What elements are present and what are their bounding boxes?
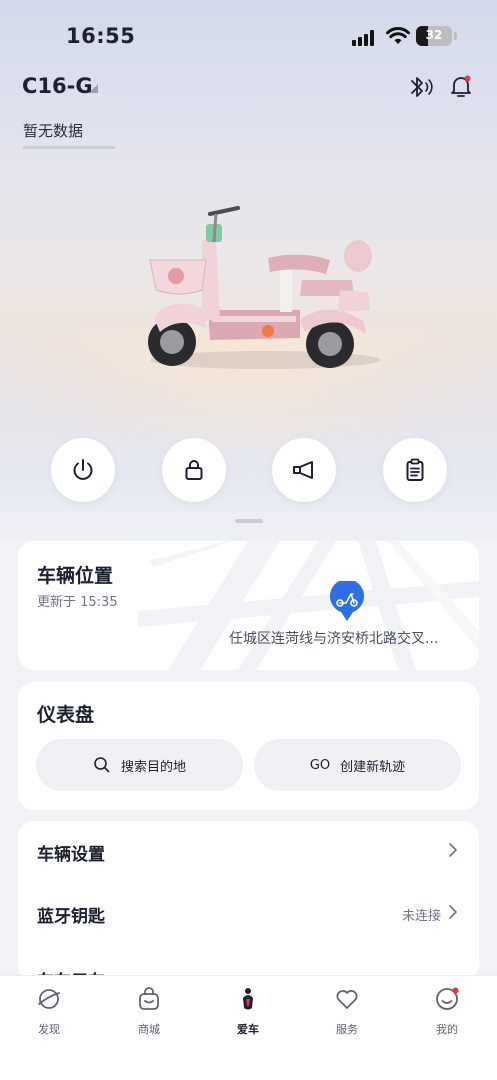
power-button[interactable] — [51, 438, 115, 502]
dashboard-title: 仪表盘 — [37, 704, 95, 726]
location-title: 车辆位置 — [37, 565, 114, 587]
no-data-underline — [23, 146, 115, 149]
chevron-right-icon — [449, 905, 457, 919]
shopping-bag-icon — [139, 987, 159, 1010]
battery-level: 32 — [425, 28, 443, 42]
tab-mall[interactable]: 商城 — [114, 986, 184, 1046]
bluetooth-key-label: 蓝牙钥匙 — [37, 907, 105, 927]
cellular-signal-icon — [352, 30, 378, 46]
scooter-location-pin-icon[interactable] — [329, 581, 365, 623]
status-time: 16:55 — [66, 24, 136, 48]
vehicle-switch-caret-icon[interactable] — [89, 84, 98, 93]
scooter-image — [148, 206, 380, 369]
tab-discover-label: 发现 — [38, 1023, 60, 1036]
tab-my-vehicle-label: 爱车 — [237, 1023, 259, 1036]
create-track-label: 创建新轨迹 — [340, 759, 406, 775]
scooter-icon — [243, 988, 253, 1010]
no-data-text: 暂无数据 — [23, 122, 84, 140]
power-icon — [73, 459, 93, 480]
dashboard-card: 仪表盘 搜索目的地 GO 创建新轨迹 — [18, 682, 479, 810]
sheet-drag-handle[interactable] — [235, 519, 263, 523]
tab-mall-label: 商城 — [138, 1023, 160, 1036]
wifi-icon — [386, 27, 410, 44]
horn-button[interactable] — [272, 438, 336, 502]
vehicle-location-card[interactable]: 车辆位置 更新于 15:35 任城区连菏线与济安桥北路交叉... — [18, 541, 479, 670]
horn-icon — [293, 461, 313, 479]
tab-discover[interactable]: 发现 — [14, 986, 84, 1046]
bluetooth-icon[interactable] — [406, 74, 434, 100]
records-button[interactable] — [383, 438, 447, 502]
go-icon: GO — [309, 757, 331, 773]
tab-mine-label: 我的 — [436, 1023, 458, 1036]
create-track-button[interactable]: GO 创建新轨迹 — [254, 739, 461, 791]
status-bar: 16:55 32 — [0, 0, 497, 72]
profile-icon — [436, 987, 459, 1010]
location-updated-time: 更新于 15:35 — [37, 595, 118, 610]
planet-icon — [38, 989, 60, 1009]
lock-button[interactable] — [162, 438, 226, 502]
notification-bell-icon[interactable] — [448, 73, 474, 99]
search-icon — [94, 757, 110, 773]
bottom-tab-bar: 发现 商城 爱车 服务 我的 — [0, 975, 497, 1080]
settings-card: 车辆设置 蓝牙钥匙 未连接 车车用车 — [18, 821, 479, 981]
tab-service-label: 服务 — [336, 1023, 358, 1036]
battery-icon: 32 — [416, 26, 452, 46]
search-destination-label: 搜索目的地 — [120, 759, 186, 775]
vehicle-settings-label: 车辆设置 — [37, 845, 105, 865]
lock-icon — [185, 460, 203, 480]
vehicle-name[interactable]: C16-G — [22, 74, 93, 98]
bluetooth-status: 未连接 — [401, 909, 441, 924]
tab-mine[interactable]: 我的 — [412, 986, 482, 1046]
vehicle-settings-row[interactable]: 车辆设置 — [18, 821, 479, 883]
tab-my-vehicle[interactable]: 爱车 — [213, 986, 283, 1046]
clipboard-icon — [406, 458, 424, 481]
tab-service[interactable]: 服务 — [312, 986, 382, 1046]
search-destination-button[interactable]: 搜索目的地 — [36, 739, 243, 791]
chevron-right-icon — [449, 843, 457, 857]
bluetooth-key-row[interactable]: 蓝牙钥匙 未连接 — [18, 883, 479, 945]
location-address: 任城区连菏线与济安桥北路交叉... — [229, 631, 439, 647]
heart-icon — [336, 990, 358, 1009]
